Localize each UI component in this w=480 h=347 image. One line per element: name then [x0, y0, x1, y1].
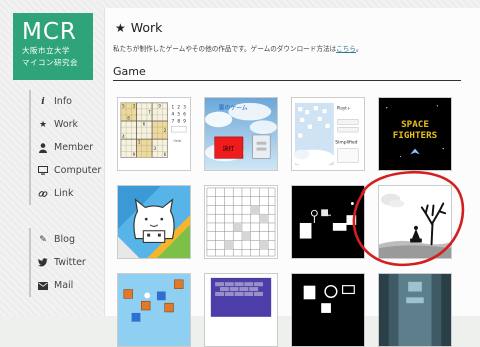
sidebar-item-link[interactable]: Link — [31, 182, 109, 205]
sudoku-button-label: Hello — [173, 139, 181, 143]
svg-text:1: 1 — [138, 140, 141, 145]
sidebar-item-label: Work — [54, 119, 79, 130]
svg-text:7: 7 — [148, 110, 151, 115]
logo-subtitle-university: 大阪市立大学 — [22, 46, 70, 55]
star-icon: ★ — [115, 20, 126, 35]
svg-text:4: 4 — [122, 134, 125, 139]
game-thumbnail-space-fighters[interactable]: SPACE FIGHTERS — [378, 97, 452, 171]
sidebar-item-label: Computer — [54, 165, 102, 176]
game-thumbnail-stick-platform[interactable] — [291, 185, 365, 259]
sudoku-digit: 7 — [172, 118, 175, 123]
sidebar-item-label: Link — [54, 188, 74, 199]
game-thumbnail-block-stage[interactable] — [117, 273, 191, 347]
description-end: 。 — [355, 45, 363, 53]
cloud-game-button: 決打 — [223, 145, 235, 153]
sudoku-digit: 9 — [183, 118, 186, 123]
svg-text:5: 5 — [122, 104, 125, 109]
sudoku-digit: 4 — [172, 112, 175, 117]
svg-text:3: 3 — [133, 104, 136, 109]
game-thumbnail-maze-black[interactable] — [291, 273, 365, 347]
sidebar-item-label: Mail — [54, 280, 74, 291]
sidebar-item-blog[interactable]: ✎ Blog — [31, 228, 109, 251]
monitor-icon — [37, 166, 49, 175]
simplified-title: Simplified — [335, 140, 357, 146]
svg-text:8: 8 — [127, 116, 130, 121]
space-title-line2: FIGHTERS — [393, 130, 437, 141]
svg-text:9: 9 — [158, 104, 161, 109]
star-icon: ★ — [38, 119, 48, 130]
site-logo[interactable]: MCR 大阪市立大学 マイコン研究会 — [13, 13, 93, 80]
sudoku-digit: 8 — [177, 118, 180, 123]
section-heading-game: Game — [113, 65, 146, 78]
sidebar-item-member[interactable]: Member — [31, 136, 109, 159]
person-icon — [37, 142, 49, 153]
sidebar-item-label: Blog — [54, 234, 75, 245]
sidebar-item-label: Info — [54, 96, 72, 107]
main-content: ★ Work 私たちが制作したゲームやその他の作品です。ゲームのダウンロード方法… — [104, 8, 480, 347]
game-thumbnail-grid: 5379 8624 1396 1 2 3 4 5 6 7 8 9 Hello 雲… — [117, 97, 477, 347]
download-howto-link[interactable]: こちら — [336, 45, 356, 53]
twitter-icon — [37, 258, 49, 267]
game-thumbnail-sudoku[interactable]: 5379 8624 1396 1 2 3 4 5 6 7 8 9 Hello — [117, 97, 191, 171]
game-thumbnail-cat[interactable] — [117, 185, 191, 259]
logo-subtitle-club: マイコン研究会 — [22, 58, 78, 67]
sidebar-item-work[interactable]: ★ Work — [31, 113, 109, 136]
game-thumbnail-simplified[interactable]: Playt+ Simplified — [291, 97, 365, 171]
space-title-line1: SPACE — [401, 119, 429, 130]
game-thumbnail-shooter[interactable] — [378, 273, 452, 347]
nav-group-social: ✎ Blog Twitter Mail — [29, 228, 109, 297]
sudoku-digit: 3 — [183, 105, 186, 110]
sudoku-digit: 1 — [172, 105, 175, 110]
pencil-icon: ✎ — [39, 234, 47, 245]
sidebar-item-computer[interactable]: Computer — [31, 159, 109, 182]
sidebar-item-twitter[interactable]: Twitter — [31, 251, 109, 274]
sidebar-item-info[interactable]: i Info — [31, 90, 109, 113]
sidebar-nav: i Info ★ Work Member Computer Link ✎ Blo… — [29, 90, 109, 297]
game-thumbnail-grid-puzzle[interactable] — [204, 185, 278, 259]
mail-icon — [37, 281, 49, 290]
svg-text:6: 6 — [143, 122, 146, 127]
sidebar-item-mail[interactable]: Mail — [31, 274, 109, 297]
description-text: 私たちが制作したゲームやその他の作品です。ゲームのダウンロード方法は — [113, 45, 337, 53]
page: MCR 大阪市立大学 マイコン研究会 i Info ★ Work Member — [0, 0, 480, 347]
cloud-game-title: 雲のゲーム — [219, 104, 248, 112]
sudoku-digit: 2 — [177, 105, 180, 110]
svg-text:2: 2 — [164, 128, 167, 133]
sudoku-digit: 6 — [183, 112, 186, 117]
sudoku-digit: 5 — [177, 112, 180, 117]
game-thumbnail-brick-breaker[interactable] — [204, 273, 278, 347]
svg-text:3: 3 — [154, 146, 157, 151]
nav-group-main: i Info ★ Work Member Computer Link — [29, 90, 109, 205]
page-description: 私たちが制作したゲームやその他の作品です。ゲームのダウンロード方法はこちら。 — [113, 43, 363, 53]
logo-mark: MCR — [22, 19, 77, 45]
game-thumbnail-silhouette-tree[interactable] — [378, 185, 452, 259]
page-title-text: Work — [130, 20, 163, 35]
simplified-label: Playt+ — [337, 106, 351, 111]
section-divider — [113, 80, 461, 81]
page-title: ★ Work — [115, 20, 162, 35]
svg-text:9: 9 — [133, 152, 136, 157]
info-icon: i — [41, 96, 45, 107]
svg-text:6: 6 — [164, 152, 167, 157]
sidebar-item-label: Twitter — [54, 257, 86, 268]
game-thumbnail-cloud[interactable]: 雲のゲーム 決打 — [204, 97, 278, 171]
link-icon — [37, 189, 49, 199]
sidebar-item-label: Member — [54, 142, 94, 153]
